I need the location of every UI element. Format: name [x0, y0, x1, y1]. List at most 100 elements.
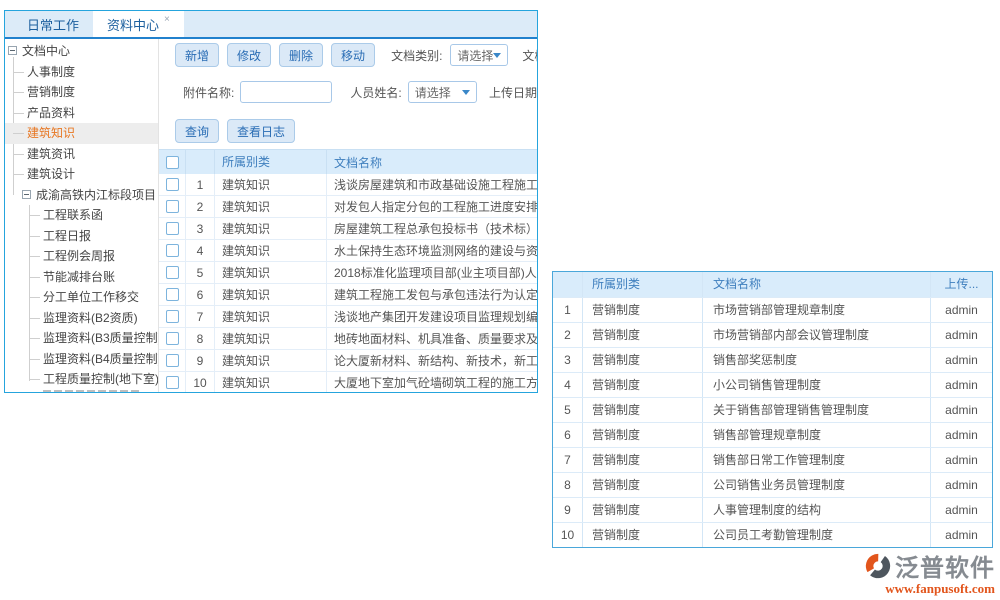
collapse-icon[interactable] — [22, 190, 31, 199]
row-uploader: admin — [930, 298, 992, 322]
tree-item-监理资料(B4质量控制)[interactable]: 监理资料(B4质量控制) — [5, 349, 158, 370]
tree-item-建筑资讯[interactable]: 建筑资讯 — [5, 144, 158, 165]
view-log-button[interactable]: 查看日志 — [227, 119, 295, 143]
row-index: 9 — [553, 503, 582, 517]
row-checkbox[interactable] — [166, 376, 179, 389]
person-name-label: 人员姓名: — [350, 84, 401, 101]
table-row[interactable]: 4营销制度小公司销售管理制度admin — [553, 372, 992, 397]
row-checkbox[interactable] — [166, 266, 179, 279]
close-icon[interactable]: × — [164, 14, 170, 25]
table-row[interactable]: 6建筑知识建筑工程施工发包与承包违法行为认定... — [159, 284, 537, 306]
select-all-checkbox[interactable] — [166, 156, 179, 169]
row-index: 4 — [553, 378, 582, 392]
tree-item-产品资料[interactable]: 产品资料 — [5, 103, 158, 124]
row-doc-name: 公司销售业务员管理制度 — [702, 473, 930, 497]
table-row[interactable]: 3建筑知识房屋建筑工程总承包投标书（技术标）... — [159, 218, 537, 240]
tree-item-监理资料(B2资质)[interactable]: 监理资料(B2资质) — [5, 308, 158, 329]
row-checkbox[interactable] — [166, 222, 179, 235]
row-doc-name: 销售部奖惩制度 — [702, 348, 930, 372]
row-doc-name: 小公司销售管理制度 — [702, 373, 930, 397]
table-row[interactable]: 7建筑知识浅谈地产集团开发建设项目监理规划编... — [159, 306, 537, 328]
row-checkbox[interactable] — [166, 200, 179, 213]
table-row[interactable]: 9建筑知识论大厦新材料、新结构、新技术，新工... — [159, 350, 537, 372]
document-tree-sidebar: 文档中心人事制度营销制度产品资料建筑知识建筑资讯建筑设计成渝高铁内江标段项目工程… — [5, 39, 159, 392]
table-row[interactable]: 1建筑知识浅谈房屋建筑和市政基础设施工程施工... — [159, 174, 537, 196]
table-row[interactable]: 8建筑知识地砖地面材料、机具准备、质量要求及... — [159, 328, 537, 350]
clipped-doc-label: 文档 — [522, 47, 537, 64]
table-row[interactable]: 10营销制度公司员工考勤管理制度admin — [553, 522, 992, 547]
row-category: 营销制度 — [582, 423, 702, 447]
row-category: 营销制度 — [582, 448, 702, 472]
row-checkbox[interactable] — [166, 244, 179, 257]
tree-item-label: 工程质量控制(地下室) — [43, 372, 159, 386]
tree-item-人事制度[interactable]: 人事制度 — [5, 62, 158, 83]
tree-item-label: 监理资料(B2资质) — [43, 311, 138, 325]
row-index: 2 — [186, 196, 215, 217]
table-row[interactable]: 10建筑知识大厦地下室加气砼墙砌筑工程的施工方... — [159, 372, 537, 392]
collapse-icon[interactable] — [8, 46, 17, 55]
table-row[interactable]: 7营销制度销售部日常工作管理制度admin — [553, 447, 992, 472]
tree-item-监理资料(B3质量控制)[interactable]: 监理资料(B3质量控制) — [5, 328, 158, 349]
tree-item-工程例会周报[interactable]: 工程例会周报 — [5, 246, 158, 267]
row-category: 建筑知识 — [215, 240, 327, 261]
doc-type-label: 文档类别: — [391, 47, 442, 64]
tree-item-节能减排台账[interactable]: 节能减排台账 — [5, 267, 158, 288]
tree-item-label: 人事制度 — [27, 65, 75, 79]
table-row[interactable]: 6营销制度销售部管理规章制度admin — [553, 422, 992, 447]
row-checkbox[interactable] — [166, 288, 179, 301]
row-uploader: admin — [930, 323, 992, 347]
row-doc-name: 销售部日常工作管理制度 — [702, 448, 930, 472]
row-checkbox[interactable] — [166, 332, 179, 345]
tree-item-营销制度[interactable]: 营销制度 — [5, 82, 158, 103]
tab-data-center[interactable]: 资料中心 × — [93, 11, 184, 37]
delete-button[interactable]: 删除 — [279, 43, 323, 67]
attachment-name-input[interactable] — [240, 81, 332, 103]
tree-item-分工单位工作移交[interactable]: 分工单位工作移交 — [5, 287, 158, 308]
tree-item-label: 建筑设计 — [27, 167, 75, 181]
row-checkbox[interactable] — [166, 354, 179, 367]
doc-type-select[interactable]: 请选择 — [450, 44, 508, 66]
row-doc-name: 地砖地面材料、机具准备、质量要求及... — [327, 330, 537, 347]
tree-item-label: 建筑资讯 — [27, 147, 75, 161]
edit-button[interactable]: 修改 — [227, 43, 271, 67]
row-index: 5 — [186, 262, 215, 283]
row-category: 建筑知识 — [215, 218, 327, 239]
row-index: 7 — [553, 453, 582, 467]
tree-item-建筑知识[interactable]: 建筑知识 — [5, 123, 158, 144]
table-row[interactable]: 1营销制度市场营销部管理规章制度admin — [553, 297, 992, 322]
row-index: 2 — [553, 328, 582, 342]
move-button[interactable]: 移动 — [331, 43, 375, 67]
tree-item-工程日报[interactable]: 工程日报 — [5, 226, 158, 247]
table-row[interactable]: 2营销制度市场营销部内部会议管理制度admin — [553, 322, 992, 347]
row-uploader: admin — [930, 423, 992, 447]
tab-daily-work[interactable]: 日常工作 — [13, 11, 93, 37]
table-row[interactable]: 4建筑知识水土保持生态环境监测网络的建设与资... — [159, 240, 537, 262]
row-category: 建筑知识 — [215, 174, 327, 195]
query-button[interactable]: 查询 — [175, 119, 219, 143]
tree-item-文档中心[interactable]: 文档中心 — [5, 41, 158, 62]
row-index: 7 — [186, 306, 215, 327]
row-checkbox[interactable] — [166, 178, 179, 191]
tree-item-工程联系函[interactable]: 工程联系函 — [5, 205, 158, 226]
row-uploader: admin — [930, 348, 992, 372]
table-row[interactable]: 9营销制度人事管理制度的结构admin — [553, 497, 992, 522]
table-row[interactable]: 5建筑知识2018标准化监理项目部(业主项目部)人员... — [159, 262, 537, 284]
table-row[interactable]: 8营销制度公司销售业务员管理制度admin — [553, 472, 992, 497]
documents-table: 所属别类 文档名称 1建筑知识浅谈房屋建筑和市政基础设施工程施工...2建筑知识… — [159, 149, 537, 392]
table-row[interactable]: 3营销制度销售部奖惩制度admin — [553, 347, 992, 372]
tree-item-工程质量控制(地下室)[interactable]: 工程质量控制(地下室) — [5, 369, 158, 390]
row-doc-name: 论大厦新材料、新结构、新技术，新工... — [327, 352, 537, 369]
table-row[interactable]: 2建筑知识对发包人指定分包的工程施工进度安排... — [159, 196, 537, 218]
tree-item-clipped — [43, 390, 139, 393]
table-row[interactable]: 5营销制度关于销售部管理销售管理制度admin — [553, 397, 992, 422]
row-checkbox[interactable] — [166, 310, 179, 323]
add-button[interactable]: 新增 — [175, 43, 219, 67]
tree-item-建筑设计[interactable]: 建筑设计 — [5, 164, 158, 185]
person-name-select[interactable]: 请选择 — [408, 81, 477, 103]
document-main-pane: 新增修改删除移动 文档类别: 请选择 文档 附件名称: 人员姓名: 请选择 上传… — [159, 39, 537, 392]
row-category: 营销制度 — [582, 373, 702, 397]
row-index: 9 — [186, 350, 215, 371]
upload-date-label: 上传日期 — [489, 84, 537, 101]
tree-item-成渝高铁内江标段项目[interactable]: 成渝高铁内江标段项目 — [5, 185, 158, 206]
row-index: 5 — [553, 403, 582, 417]
